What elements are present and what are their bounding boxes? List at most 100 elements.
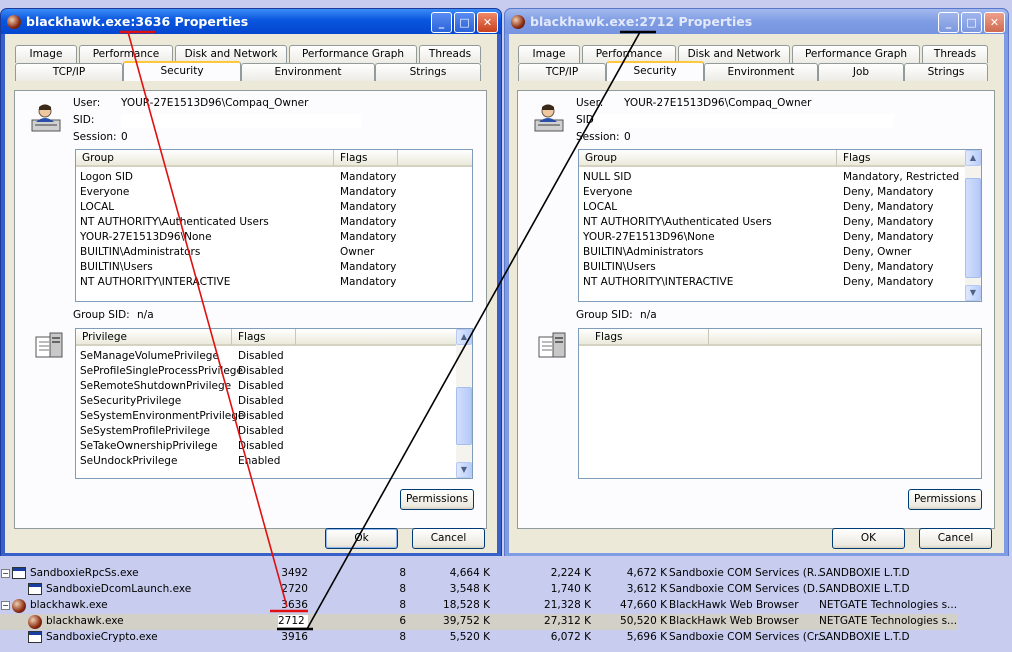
privileges-scrollbar[interactable]: ▲ ▼ bbox=[456, 329, 472, 478]
expand-toggle[interactable]: − bbox=[1, 569, 10, 578]
process-pid: 2720 bbox=[281, 583, 308, 595]
session-label: Session: bbox=[576, 131, 620, 143]
group-flags: Mandatory bbox=[340, 201, 397, 213]
window-title: blackhawk.exe:2712 Properties bbox=[530, 14, 753, 29]
process-private: 39,752 K bbox=[443, 615, 490, 627]
privilege-flags: Disabled bbox=[238, 365, 284, 377]
privileges-list[interactable]: Flags bbox=[578, 328, 982, 479]
scroll-down-button[interactable]: ▼ bbox=[965, 285, 981, 301]
process-row[interactable]: − blackhawk.exe 3636 8 18,528 K 21,328 K 47,66… bbox=[0, 598, 958, 614]
process-working: 2,224 K bbox=[550, 567, 591, 579]
process-row[interactable]: − SandboxieRpcSs.exe 3492 8 4,664 K 2,224 K 4,… bbox=[0, 566, 958, 582]
sid-label: SID: bbox=[73, 114, 95, 126]
tab-strings[interactable]: Strings bbox=[375, 63, 481, 81]
process-virtual: 5,696 K bbox=[626, 631, 667, 643]
tab-job[interactable]: Job bbox=[818, 63, 904, 81]
scroll-down-button[interactable]: ▼ bbox=[456, 462, 472, 478]
close-button[interactable]: ✕ bbox=[984, 12, 1005, 33]
permissions-button[interactable]: Permissions bbox=[908, 489, 982, 510]
flags-column-header[interactable]: Flags bbox=[334, 150, 398, 166]
group-name: LOCAL bbox=[583, 201, 618, 213]
tab-threads[interactable]: Threads bbox=[419, 45, 481, 63]
user-icon bbox=[534, 104, 564, 132]
dialog-client: Image Performance Disk and Network Perfo… bbox=[5, 34, 497, 553]
priv-flags-column-header[interactable]: Flags bbox=[232, 329, 296, 345]
process-row[interactable]: SandboxieCrypto.exe 3916 8 5,520 K 6,072 K 5,… bbox=[0, 630, 958, 646]
blackhawk-icon bbox=[12, 599, 26, 613]
scroll-up-button[interactable]: ▲ bbox=[456, 329, 472, 345]
minimize-button[interactable]: _ bbox=[431, 12, 452, 33]
privilege-flags: Disabled bbox=[238, 350, 284, 362]
maximize-button[interactable]: □ bbox=[961, 12, 982, 33]
tab-strings[interactable]: Strings bbox=[904, 63, 988, 81]
groups-list[interactable]: Group Flags Logon SID Mandatory Everyone Ma… bbox=[75, 149, 473, 302]
tab-environment[interactable]: Environment bbox=[241, 63, 375, 81]
process-working: 1,740 K bbox=[550, 583, 591, 595]
tab-image[interactable]: Image bbox=[15, 45, 77, 63]
privilege-flags: Disabled bbox=[238, 410, 284, 422]
group-flags: Mandatory bbox=[340, 216, 397, 228]
privilege-column-header[interactable]: Privilege bbox=[76, 329, 232, 345]
process-desc: Sandboxie COM Services (Cr... bbox=[669, 631, 828, 643]
flags-column-header[interactable]: Flags bbox=[837, 150, 967, 166]
group-flags: Mandatory bbox=[340, 171, 397, 183]
maximize-button[interactable]: □ bbox=[454, 12, 475, 33]
tab-image[interactable]: Image bbox=[518, 45, 580, 63]
process-list: − SandboxieRpcSs.exe 3492 8 4,664 K 2,224 K 4,… bbox=[0, 556, 1012, 652]
group-column-header[interactable]: Group bbox=[76, 150, 334, 166]
privilege-name: SeTakeOwnershipPrivilege bbox=[80, 440, 218, 452]
tab-threads[interactable]: Threads bbox=[922, 45, 988, 63]
process-row[interactable]: blackhawk.exe 2712 6 39,752 K 27,312 K 50,520… bbox=[0, 614, 958, 630]
privilege-flags: Disabled bbox=[238, 395, 284, 407]
properties-window-2712: blackhawk.exe:2712 Properties _ □ ✕ Imag… bbox=[504, 8, 1009, 558]
process-company: SANDBOXIE L.T.D bbox=[819, 567, 910, 579]
tab-tcpip[interactable]: TCP/IP bbox=[15, 63, 123, 81]
privilege-icon bbox=[538, 332, 566, 358]
privileges-list[interactable]: Privilege Flags SeManageVolumePrivilege D… bbox=[75, 328, 473, 479]
tab-performance-graph[interactable]: Performance Graph bbox=[289, 45, 417, 63]
group-name: BUILTIN\Administrators bbox=[583, 246, 704, 258]
process-name: blackhawk.exe bbox=[30, 599, 108, 611]
privilege-name: SeProfileSingleProcessPrivilege bbox=[80, 365, 243, 377]
permissions-button[interactable]: Permissions bbox=[400, 489, 474, 510]
close-button[interactable]: ✕ bbox=[477, 12, 498, 33]
priv-flags-column-header[interactable]: Flags bbox=[579, 329, 709, 345]
tab-tcpip[interactable]: TCP/IP bbox=[518, 63, 606, 81]
process-desc: BlackHawk Web Browser bbox=[669, 615, 799, 627]
window-title: blackhawk.exe:3636 Properties bbox=[26, 14, 249, 29]
scroll-thumb[interactable] bbox=[456, 387, 472, 445]
privilege-flags: Disabled bbox=[238, 440, 284, 452]
group-flags: Deny, Mandatory bbox=[843, 216, 934, 228]
group-sid-value: n/a bbox=[640, 309, 657, 321]
title-bar[interactable]: blackhawk.exe:3636 Properties _ □ ✕ bbox=[1, 9, 501, 34]
properties-window-3636: blackhawk.exe:3636 Properties _ □ ✕ Imag… bbox=[0, 8, 502, 558]
groups-scrollbar[interactable]: ▲ ▼ bbox=[965, 150, 981, 301]
process-company: SANDBOXIE L.T.D bbox=[819, 631, 910, 643]
group-column-header[interactable]: Group bbox=[579, 150, 837, 166]
process-row[interactable]: SandboxieDcomLaunch.exe 2720 8 3,548 K 1,740… bbox=[0, 582, 958, 598]
tab-performance-graph[interactable]: Performance Graph bbox=[792, 45, 920, 63]
privilege-flags: Disabled bbox=[238, 425, 284, 437]
tab-environment[interactable]: Environment bbox=[704, 63, 818, 81]
process-company: SANDBOXIE L.T.D bbox=[819, 583, 910, 595]
cancel-button[interactable]: Cancel bbox=[412, 528, 485, 549]
group-flags: Owner bbox=[340, 246, 375, 258]
scroll-thumb[interactable] bbox=[965, 178, 981, 278]
ok-button[interactable]: Ok bbox=[325, 528, 398, 549]
scroll-up-button[interactable]: ▲ bbox=[965, 150, 981, 166]
minimize-button[interactable]: _ bbox=[938, 12, 959, 33]
privilege-name: SeSystemEnvironmentPrivilege bbox=[80, 410, 245, 422]
expand-toggle[interactable]: − bbox=[1, 601, 10, 610]
groups-list[interactable]: Group Flags NULL SID Mandatory, Restricte… bbox=[578, 149, 982, 302]
ok-button[interactable]: OK bbox=[832, 528, 905, 549]
process-name: blackhawk.exe bbox=[46, 615, 124, 627]
session-value: 0 bbox=[121, 131, 128, 143]
process-threads: 8 bbox=[399, 599, 406, 611]
tab-security[interactable]: Security bbox=[123, 61, 241, 81]
title-bar[interactable]: blackhawk.exe:2712 Properties _ □ ✕ bbox=[505, 9, 1008, 34]
process-name: SandboxieRpcSs.exe bbox=[30, 567, 139, 579]
tab-security[interactable]: Security bbox=[606, 61, 704, 81]
group-flags: Deny, Mandatory bbox=[843, 231, 934, 243]
blackhawk-icon bbox=[7, 14, 21, 29]
cancel-button[interactable]: Cancel bbox=[919, 528, 992, 549]
